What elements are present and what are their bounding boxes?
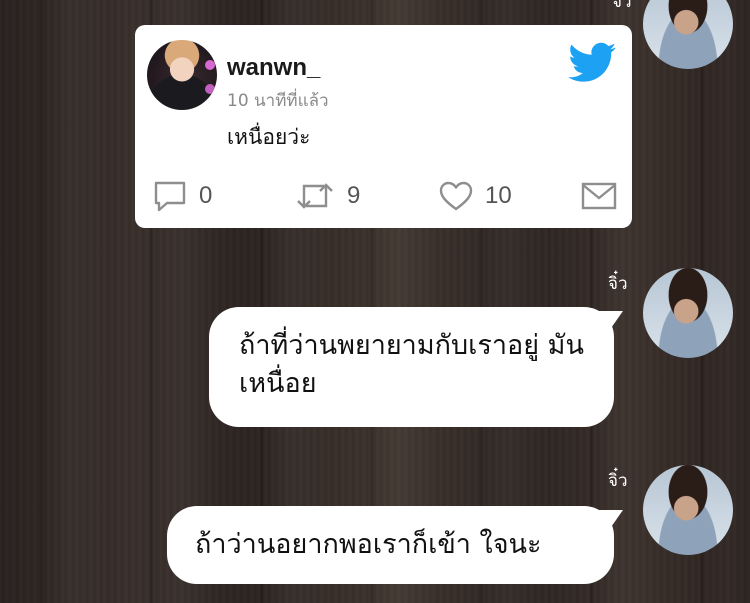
reply-button[interactable]: 0 <box>153 179 212 213</box>
retweet-button[interactable]: 9 <box>295 179 360 213</box>
sender-avatar[interactable] <box>643 0 733 69</box>
retweet-icon <box>297 183 333 209</box>
twitter-bird-icon <box>568 42 616 82</box>
mail-icon <box>581 182 617 210</box>
tweet-author-avatar[interactable] <box>147 40 217 110</box>
tweet-card[interactable]: wanwn_ 10 นาทีที่แล้ว เหนื่อยว่ะ 0 9 10 <box>135 25 632 228</box>
tweet-text: เหนื่อยว่ะ <box>227 125 311 149</box>
tweet-username[interactable]: wanwn_ <box>227 54 320 82</box>
sender-name: จิ๋ว <box>612 0 632 12</box>
sender-avatar[interactable] <box>643 465 733 555</box>
heart-icon <box>439 181 473 211</box>
like-count: 10 <box>485 182 512 209</box>
message-bubble[interactable]: ถ้าที่ว่านพยายามกับเราอยู่ มันเหนื่อย <box>209 307 614 427</box>
sender-name: จิ๋ว <box>608 274 628 294</box>
reply-icon <box>154 181 186 212</box>
message-button[interactable] <box>581 179 617 213</box>
tweet-timestamp: 10 นาทีที่แล้ว <box>227 91 329 111</box>
message-text: ถ้าที่ว่านพยายามกับเราอยู่ มันเหนื่อย <box>239 330 584 399</box>
retweet-count: 9 <box>347 182 361 209</box>
message-bubble[interactable]: ถ้าว่านอยากพอเราก็เข้า ใจนะ <box>167 506 614 584</box>
message-text: ถ้าว่านอยากพอเราก็เข้า ใจนะ <box>195 529 542 560</box>
sender-name: จิ๋ว <box>608 471 628 491</box>
sender-avatar[interactable] <box>643 268 733 358</box>
reply-count: 0 <box>199 182 213 209</box>
like-button[interactable]: 10 <box>439 179 512 213</box>
